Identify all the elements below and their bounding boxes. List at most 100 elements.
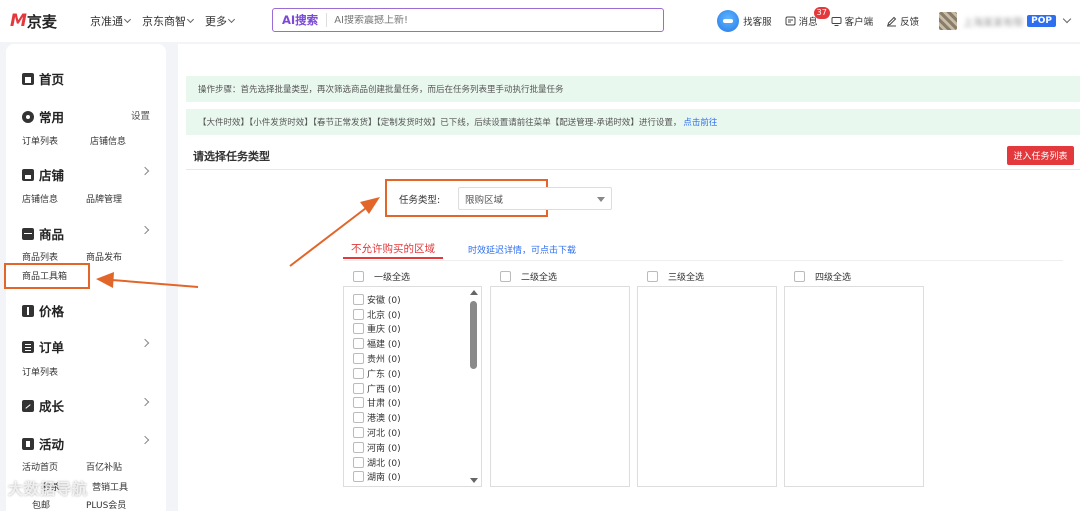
message-button[interactable]: 消息 37 [785, 7, 830, 28]
order-icon [22, 340, 34, 353]
region-list-scrollbar[interactable] [468, 287, 479, 486]
sidebar-section-activity[interactable]: 活动 [22, 434, 152, 453]
checkbox[interactable] [353, 382, 364, 394]
pen-icon [887, 16, 897, 26]
user-name[interactable]: 上海某某有限 [963, 14, 1023, 29]
checkbox[interactable] [353, 271, 364, 282]
sidebar-section-growth[interactable]: 成长 [22, 396, 152, 415]
logo-m-icon: M [10, 11, 27, 31]
task-type-select[interactable]: 限购区域 [458, 187, 612, 210]
checkbox[interactable] [353, 427, 364, 439]
nav-more[interactable]: 更多 [205, 13, 236, 29]
watermark: 大数据导航 [8, 480, 89, 498]
common-icon [22, 110, 34, 123]
sidebar-section-order[interactable]: 订单 [22, 337, 152, 356]
sidebar-link-goods-publish[interactable]: 商品发布 [86, 250, 122, 263]
list-item[interactable]: 北京 (0) [353, 307, 401, 322]
main-content: 操作步骤：首先选择批量类型，再次筛选商品创建批量任务，而后在任务列表里手动执行批… [178, 44, 1080, 511]
sidebar-link-order-list[interactable]: 订单列表 [22, 134, 58, 147]
pop-badge: POP [1027, 15, 1056, 27]
list-item[interactable]: 重庆 (0) [353, 322, 401, 337]
search-input[interactable] [334, 14, 635, 26]
logo-text: 京麦 [26, 12, 57, 31]
sidebar-link-order-list-2[interactable]: 订单列表 [22, 365, 58, 378]
scroll-up-icon[interactable] [470, 290, 478, 295]
tab-forbidden-region[interactable]: 不允许购买的区域 [343, 239, 443, 259]
checkbox[interactable] [353, 412, 364, 424]
scroll-thumb[interactable] [470, 301, 477, 369]
checkbox[interactable] [353, 397, 364, 409]
chevron-down-icon [123, 15, 132, 24]
checkbox[interactable] [353, 308, 364, 320]
sidebar-section-price[interactable]: 价格 [22, 301, 152, 320]
chevron-right-icon [140, 166, 150, 176]
list-item[interactable]: 甘肃 (0) [353, 396, 401, 411]
checkbox[interactable] [353, 456, 364, 468]
ai-search-bar[interactable]: AI搜索 [272, 8, 664, 32]
sidebar-link-billion-subsidy[interactable]: 百亿补贴 [86, 460, 122, 473]
price-icon [22, 304, 34, 317]
sidebar-link-store-info-2[interactable]: 店铺信息 [22, 192, 58, 205]
nav-jingzhuntong[interactable]: 京准通 [90, 13, 132, 29]
level2-select-all[interactable]: 二级全选 [500, 270, 557, 283]
growth-icon [22, 399, 34, 412]
checkbox[interactable] [353, 367, 364, 379]
list-item[interactable]: 安徽 (0) [353, 292, 401, 307]
top-bar: M 京麦 京准通 京东商智 更多 AI搜索 找客服 消息 37 客户端 反馈 上… [0, 0, 1080, 42]
level4-select-all[interactable]: 四级全选 [794, 270, 851, 283]
robot-icon [717, 10, 740, 32]
sidebar-link-free-shipping[interactable]: 包邮 [32, 498, 50, 511]
list-item[interactable]: 湖北 (0) [353, 455, 401, 470]
sidebar-link-marketing-tools[interactable]: 营销工具 [92, 480, 128, 493]
level1-region-list: 安徽 (0) 北京 (0) 重庆 (0) 福建 (0) 贵州 (0) 广东 (0… [353, 292, 401, 484]
level3-select-all[interactable]: 三级全选 [647, 270, 704, 283]
client-button[interactable]: 客户端 [831, 14, 873, 28]
checkbox[interactable] [353, 471, 364, 483]
nav-shangzhi[interactable]: 京东商智 [142, 13, 195, 29]
checkbox[interactable] [353, 441, 364, 453]
checkbox[interactable] [647, 271, 658, 282]
sidebar-item-home[interactable]: 首页 [22, 69, 152, 88]
list-item[interactable]: 河南 (0) [353, 440, 401, 455]
chevron-down-icon[interactable] [1062, 14, 1072, 24]
sidebar-link-brand-manage[interactable]: 品牌管理 [86, 192, 122, 205]
checkbox[interactable] [794, 271, 805, 282]
sidebar-link-activity-home[interactable]: 活动首页 [22, 460, 58, 473]
user-avatar[interactable] [939, 12, 958, 30]
chevron-right-icon [140, 338, 150, 348]
list-item[interactable]: 湖南 (0) [353, 470, 401, 485]
sidebar-section-goods[interactable]: 商品 [22, 224, 152, 243]
enter-task-list-button[interactable]: 进入任务列表 [1007, 146, 1074, 165]
ai-search-tag[interactable]: AI搜索 [273, 13, 328, 27]
list-item[interactable]: 港澳 (0) [353, 410, 401, 425]
sidebar-section-store[interactable]: 店铺 [22, 165, 152, 184]
sidebar-link-plus-member[interactable]: PLUS会员 [86, 498, 126, 511]
task-type-label: 任务类型: [399, 195, 441, 206]
sidebar-link-goods-list[interactable]: 商品列表 [22, 250, 58, 263]
level2-region-box[interactable] [490, 286, 630, 487]
customer-service-button[interactable]: 找客服 [717, 10, 772, 32]
jd-logo[interactable]: M 京麦 [10, 11, 78, 32]
scroll-down-icon[interactable] [470, 478, 478, 483]
feedback-button[interactable]: 反馈 [886, 14, 919, 28]
sidebar-section-common[interactable]: 常用 设置 [22, 107, 152, 126]
list-item[interactable]: 福建 (0) [353, 336, 401, 351]
list-item[interactable]: 广西 (0) [353, 381, 401, 396]
common-setting-link[interactable]: 设置 [131, 108, 150, 122]
list-item[interactable]: 贵州 (0) [353, 351, 401, 366]
checkbox[interactable] [500, 271, 511, 282]
list-item[interactable]: 河北 (0) [353, 425, 401, 440]
list-item[interactable]: 广东 (0) [353, 366, 401, 381]
checkbox[interactable] [353, 353, 364, 365]
go-link[interactable]: 点击前往 [683, 116, 717, 128]
top-nav: 京准通 京东商智 更多 [78, 13, 236, 29]
delay-detail-download-link[interactable]: 时效延迟详情，可点击下载 [468, 243, 576, 256]
store-icon [22, 168, 34, 181]
level3-region-box[interactable] [637, 286, 777, 487]
checkbox[interactable] [353, 338, 364, 350]
checkbox[interactable] [353, 293, 364, 305]
sidebar-link-store-info[interactable]: 店铺信息 [90, 134, 126, 147]
level1-select-all[interactable]: 一级全选 [353, 270, 410, 283]
level4-region-box[interactable] [784, 286, 924, 487]
checkbox[interactable] [353, 323, 364, 335]
